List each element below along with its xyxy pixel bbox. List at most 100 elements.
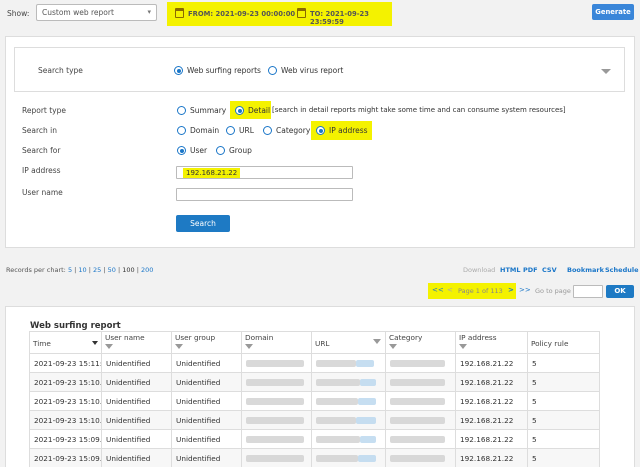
radio-user[interactable] [177, 146, 186, 155]
csv-link[interactable]: CSV [542, 266, 557, 274]
col-user-name-label: User name [105, 333, 145, 342]
table-row[interactable]: 2021-09-23 15:10.. Unidentified Unidenti… [29, 391, 600, 411]
records-option-50[interactable]: 50 [108, 266, 116, 274]
records-option-10[interactable]: 10 [78, 266, 86, 274]
cell-domain [241, 410, 312, 430]
radio-summary[interactable] [177, 106, 186, 115]
cell-ip: 192.168.21.22 [455, 391, 528, 411]
generate-button[interactable]: Generate [592, 4, 634, 20]
table-row[interactable]: 2021-09-23 15:09.. Unidentified Unidenti… [29, 429, 600, 449]
cell-group: Unidentified [171, 372, 242, 392]
next-page-icon[interactable]: > [508, 286, 514, 294]
col-user-group-label: User group [175, 333, 216, 342]
records-option-200[interactable]: 200 [141, 266, 153, 274]
redacted-block [356, 417, 376, 424]
sort-desc-icon[interactable] [92, 341, 98, 345]
filter-icon[interactable] [459, 344, 467, 349]
cell-policy: 5 [527, 448, 600, 467]
col-user-name[interactable]: User name [101, 331, 172, 354]
col-url[interactable]: URL [311, 331, 386, 354]
records-option-5[interactable]: 5 [68, 266, 72, 274]
cell-category [385, 448, 456, 467]
redacted-block [246, 379, 304, 386]
cell-category [385, 410, 456, 430]
cell-time: 2021-09-23 15:10.. [29, 410, 102, 430]
filter-icon[interactable] [245, 344, 253, 349]
cell-time: 2021-09-23 15:11:.. [29, 353, 102, 373]
pdf-link[interactable]: PDF [523, 266, 538, 274]
filter-icon[interactable] [389, 344, 397, 349]
go-to-page-input[interactable] [573, 285, 603, 298]
col-category[interactable]: Category [385, 331, 456, 354]
collapse-icon[interactable] [601, 69, 611, 74]
ip-address-value: 192.168.21.22 [183, 168, 241, 178]
report-select[interactable]: Custom web report ▾ [36, 4, 157, 21]
col-user-group[interactable]: User group [171, 331, 242, 354]
redacted-block [390, 398, 445, 405]
calendar-icon[interactable] [297, 8, 306, 18]
detail-note: [search in detail reports might take som… [272, 106, 566, 114]
redacted-block [390, 417, 445, 424]
col-policy-rule-label: Policy rule [531, 339, 569, 348]
cell-policy: 5 [527, 429, 600, 449]
schedule-link[interactable]: Schedule [605, 266, 639, 274]
cell-ip: 192.168.21.22 [455, 448, 528, 467]
first-page-icon[interactable]: << [432, 286, 444, 294]
table-row[interactable]: 2021-09-23 15:11:.. Unidentified Unident… [29, 353, 600, 373]
cell-ip: 192.168.21.22 [455, 429, 528, 449]
bookmark-link[interactable]: Bookmark [567, 266, 604, 274]
calendar-icon[interactable] [175, 8, 184, 18]
records-option-25[interactable]: 25 [93, 266, 101, 274]
report-select-value: Custom web report [42, 8, 114, 17]
redacted-block [390, 379, 445, 386]
pager: << < Page 1 of 113 > [428, 283, 516, 299]
ok-button[interactable]: OK [606, 285, 634, 298]
filter-icon[interactable] [373, 339, 381, 344]
html-link[interactable]: HTML [500, 266, 520, 274]
col-domain[interactable]: Domain [241, 331, 312, 354]
radio-category[interactable] [263, 126, 272, 135]
col-time-label: Time [33, 339, 51, 348]
radio-category-label: Category [276, 126, 311, 135]
records-option-100[interactable]: 100 [122, 266, 134, 274]
search-type-label: Search type [38, 66, 83, 75]
ip-address-input[interactable]: 192.168.21.22 [176, 166, 353, 179]
records-label: Records per chart: [6, 266, 66, 274]
page-indicator: Page 1 of 113 [458, 287, 503, 295]
cell-ip: 192.168.21.22 [455, 353, 528, 373]
radio-ip-address[interactable] [316, 126, 325, 135]
cell-ip: 192.168.21.22 [455, 372, 528, 392]
radio-url[interactable] [226, 126, 235, 135]
table-row[interactable]: 2021-09-23 15:10.. Unidentified Unidenti… [29, 372, 600, 392]
date-to[interactable]: TO: 2021-09-23 23:59:59 [310, 10, 392, 26]
prev-page-icon[interactable]: < [447, 286, 453, 294]
col-domain-label: Domain [245, 333, 274, 342]
radio-domain[interactable] [177, 126, 186, 135]
cell-user: Unidentified [101, 391, 172, 411]
table-row[interactable]: 2021-09-23 15:09.. Unidentified Unidenti… [29, 448, 600, 467]
radio-web-surfing-label: Web surfing reports [187, 66, 261, 75]
redacted-block [316, 417, 356, 424]
redacted-block [390, 455, 445, 462]
col-time[interactable]: Time [29, 331, 102, 354]
cell-category [385, 372, 456, 392]
col-policy-rule[interactable]: Policy rule [527, 331, 600, 354]
cell-domain [241, 353, 312, 373]
last-page-icon[interactable]: >> [519, 286, 531, 294]
filter-icon[interactable] [175, 344, 183, 349]
radio-detail[interactable] [235, 106, 244, 115]
search-button[interactable]: Search [176, 215, 230, 232]
radio-group[interactable] [216, 146, 225, 155]
radio-detail-label: Detail [248, 106, 271, 115]
cell-group: Unidentified [171, 429, 242, 449]
radio-web-surfing[interactable] [174, 66, 183, 75]
user-name-input[interactable] [176, 188, 353, 201]
table-row[interactable]: 2021-09-23 15:10.. Unidentified Unidenti… [29, 410, 600, 430]
radio-web-virus[interactable] [268, 66, 277, 75]
table-header: Time User name User group Domain URL Cat… [29, 331, 600, 354]
filter-icon[interactable] [105, 344, 113, 349]
col-ip-address[interactable]: IP address [455, 331, 528, 354]
redacted-block [390, 436, 445, 443]
cell-url [311, 429, 386, 449]
date-from[interactable]: FROM: 2021-09-23 00:00:00 [188, 10, 295, 18]
